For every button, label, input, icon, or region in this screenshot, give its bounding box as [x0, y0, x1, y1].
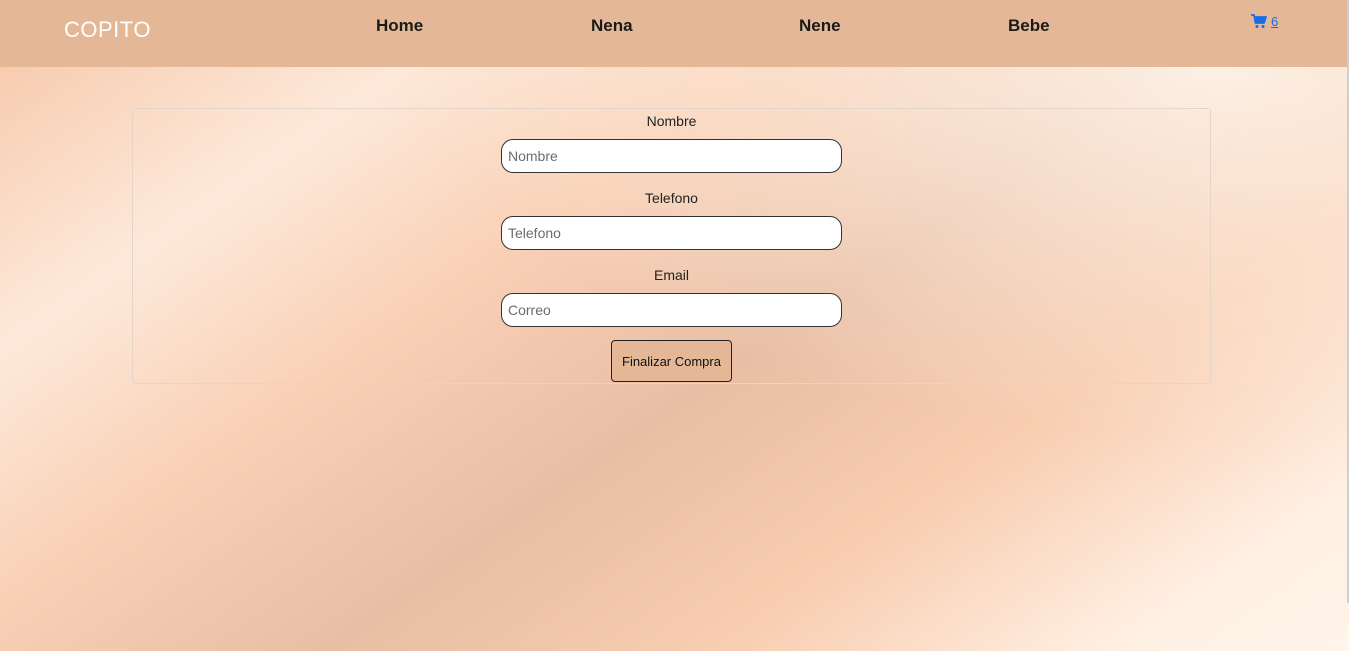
cart-link[interactable]: 6 [1251, 14, 1278, 29]
email-input[interactable] [501, 293, 842, 327]
nombre-label: Nombre [646, 113, 697, 129]
cart-count: 6 [1271, 14, 1279, 29]
finalizar-compra-button[interactable]: Finalizar Compra [611, 340, 732, 382]
brand-logo[interactable]: COPITO [64, 17, 151, 43]
telefono-input[interactable] [501, 216, 842, 250]
nav-link-nene[interactable]: Nene [799, 16, 841, 36]
nav-link-nena[interactable]: Nena [591, 16, 633, 36]
navbar: COPITO Home Nena Nene Bebe 6 [0, 0, 1347, 67]
nav-link-bebe[interactable]: Bebe [1008, 16, 1050, 36]
nav-link-home[interactable]: Home [376, 16, 423, 36]
email-label: Email [653, 267, 689, 283]
checkout-form: Nombre Telefono Email Finalizar Compra [132, 108, 1211, 384]
telefono-label: Telefono [645, 190, 698, 206]
nombre-input[interactable] [501, 139, 842, 173]
shopping-cart-icon [1251, 14, 1267, 29]
